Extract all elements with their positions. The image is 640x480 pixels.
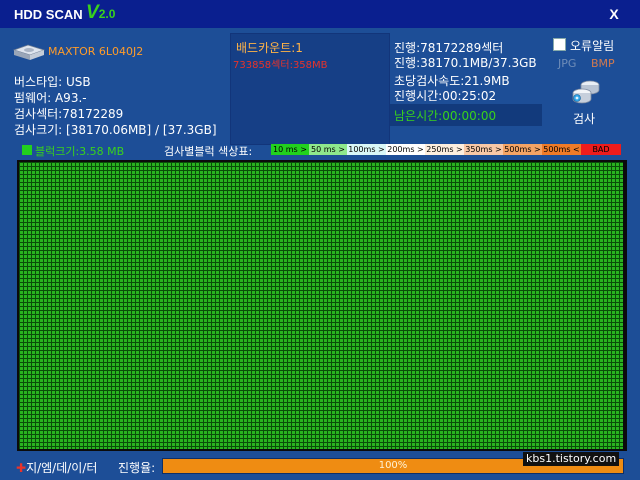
scan-drive-icon: [572, 80, 600, 104]
firmware: 펌웨어: A93.-: [14, 91, 87, 105]
legend-item: 350ms >: [464, 144, 503, 155]
bus-type: 버스타입: USB: [14, 75, 91, 89]
remaining-time: 남은시간:00:00:00: [394, 109, 497, 123]
block-size: 블럭크기:3.58 MB: [35, 145, 125, 158]
color-legend: 10 ms > 50 ms > 100ms > 200ms > 250ms > …: [271, 144, 621, 155]
watermark: kbs1.tistory.com: [523, 452, 620, 466]
brand-cross-icon: ✚: [16, 461, 27, 475]
progress-label: 진행율:: [118, 461, 156, 475]
bad-count: 배드카운트:1: [236, 41, 303, 55]
scan-sectors: 검사섹터:78172289: [14, 107, 124, 121]
legend-item: 500ms >: [503, 144, 542, 155]
legend-item: 10 ms >: [271, 144, 309, 155]
grid-scroll-edge: [623, 160, 627, 451]
legend-item: 100ms >: [347, 144, 386, 155]
block-map-grid: [17, 160, 625, 451]
bmp-option[interactable]: BMP: [591, 57, 615, 70]
error-alarm-label: 오류알림: [570, 39, 615, 53]
progress-size: 진행:38170.1MB/37.3GB: [394, 56, 537, 70]
close-button[interactable]: X: [604, 5, 624, 23]
brand: ✚지/엠/데/이/터: [16, 459, 97, 476]
app-title: HDD SCAN: [14, 7, 83, 22]
scan-button[interactable]: 검사: [566, 78, 606, 128]
block-size-swatch: [22, 145, 32, 155]
elapsed-time: 진행시간:00:25:02: [394, 89, 497, 103]
app-version: V2.0: [86, 2, 115, 24]
legend-label: 검사별블럭 색상표:: [164, 145, 253, 158]
legend-item: BAD: [581, 144, 621, 155]
title-bar: HDD SCAN V2.0 X: [0, 0, 640, 28]
drive-model: MAXTOR 6L040J2: [48, 45, 144, 58]
bad-detail: 733858섹터:358MB: [233, 60, 328, 71]
legend-item: 500ms <: [542, 144, 581, 155]
version-letter: V: [86, 2, 99, 23]
error-alarm-checkbox[interactable]: [553, 38, 566, 51]
version-number: 2.0: [98, 7, 116, 21]
scan-label: 검사: [573, 112, 596, 126]
jpg-option[interactable]: JPG: [558, 57, 576, 70]
scan-size: 검사크기: [38170.06MB] / [37.3GB]: [14, 123, 217, 137]
brand-name: 지/엠/데/이/터: [26, 461, 98, 475]
hard-drive-icon: [12, 44, 46, 60]
legend-item: 200ms >: [386, 144, 425, 155]
legend-item: 50 ms >: [309, 144, 347, 155]
legend-item: 250ms >: [425, 144, 464, 155]
